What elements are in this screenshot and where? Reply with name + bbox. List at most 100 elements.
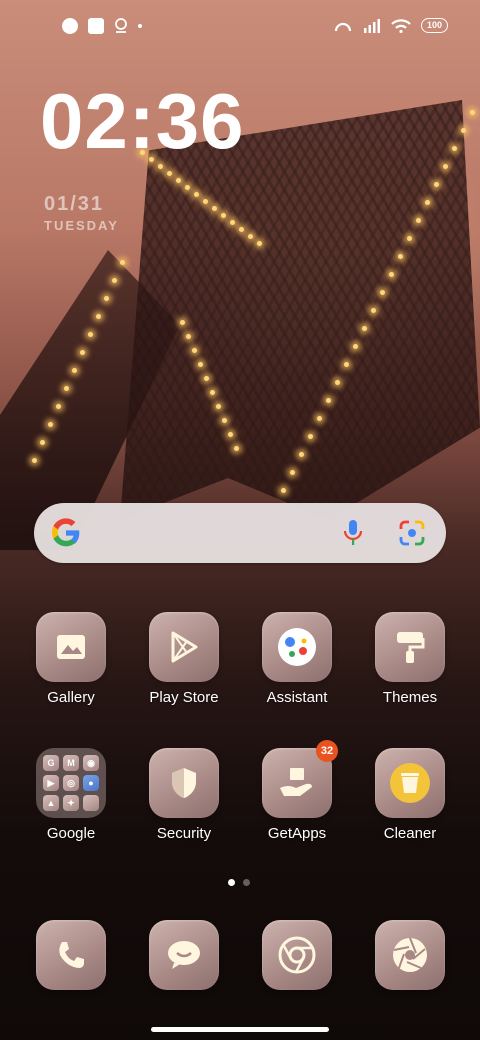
wallpaper-light (353, 344, 358, 349)
wallpaper-light (281, 488, 286, 493)
wallpaper-light (32, 458, 37, 463)
app-themes[interactable]: Themes (362, 612, 458, 706)
microphone-icon[interactable] (342, 519, 364, 547)
app-label: GetApps (267, 825, 327, 842)
app-label: Cleaner (383, 825, 437, 842)
wallpaper-light (407, 236, 412, 241)
clock-time[interactable]: 02:36 (40, 82, 245, 160)
wallpaper-light (186, 334, 191, 339)
wallpaper-light (362, 326, 367, 331)
status-bar: 100 (0, 0, 480, 56)
notification-badge: 32 (316, 740, 338, 762)
wallpaper-light (344, 362, 349, 367)
wallpaper-light (452, 146, 457, 151)
dock-phone[interactable] (23, 920, 119, 990)
wallpaper-light (192, 348, 197, 353)
wallpaper-light (88, 332, 93, 337)
wallpaper-light (204, 376, 209, 381)
wallpaper-light (120, 260, 125, 265)
wallpaper-light (72, 368, 77, 373)
paint-roller-icon (375, 612, 445, 682)
camera-aperture-icon (375, 920, 445, 990)
wallpaper-light (64, 386, 69, 391)
hotspot-icon (334, 22, 352, 31)
square-notification-icon (88, 18, 104, 34)
wallpaper-light (198, 362, 203, 367)
chrome-icon (262, 920, 332, 990)
wallpaper-light (212, 206, 217, 211)
wallpaper-light (96, 314, 101, 319)
app-play-store[interactable]: Play Store (136, 612, 232, 706)
app-gallery[interactable]: Gallery (23, 612, 119, 706)
wallpaper-light (425, 200, 430, 205)
wallpaper-light (112, 278, 117, 283)
app-notification-icon (62, 18, 78, 34)
google-search-bar[interactable] (34, 503, 446, 563)
getapps-icon: 32 (262, 740, 338, 818)
wallpaper-light (257, 241, 262, 246)
wifi-icon (391, 18, 411, 33)
wallpaper-light (228, 432, 233, 437)
wallpaper-light (416, 218, 421, 223)
wallpaper-light (299, 452, 304, 457)
wallpaper-light (380, 290, 385, 295)
app-label: Google (46, 825, 96, 842)
app-security[interactable]: Security (136, 748, 232, 842)
google-lens-icon[interactable] (398, 519, 426, 547)
wallpaper-light (203, 199, 208, 204)
wallpaper-light (443, 164, 448, 169)
wallpaper-light (461, 128, 466, 133)
wallpaper-light (48, 422, 53, 427)
app-label: Assistant (266, 689, 328, 706)
shield-icon (149, 748, 219, 818)
page-dot-2[interactable] (243, 879, 250, 886)
location-icon (115, 18, 127, 33)
app-cleaner[interactable]: Cleaner (362, 748, 458, 842)
signal-icon (363, 18, 380, 33)
folder-app-youtube-icon: ▶ (43, 775, 59, 791)
battery-indicator: 100 (420, 18, 448, 33)
folder-icon: G M ◉ ▶ ◎ ● ▲ ✦ (36, 748, 106, 818)
dock-messages[interactable] (136, 920, 232, 990)
wallpaper-light (248, 234, 253, 239)
assistant-icon (262, 612, 332, 682)
dock-chrome[interactable] (249, 920, 345, 990)
wallpaper-light (167, 171, 172, 176)
folder-app-photos-icon: ✦ (63, 795, 79, 811)
folder-app-maps-icon: ◉ (83, 755, 99, 771)
wallpaper-light (234, 446, 239, 451)
wallpaper-light (230, 220, 235, 225)
wallpaper-light (180, 320, 185, 325)
google-g-icon (52, 518, 80, 547)
wallpaper-light (290, 470, 295, 475)
app-label: Themes (382, 689, 438, 706)
dock-camera[interactable] (362, 920, 458, 990)
app-label: Play Store (149, 689, 219, 706)
folder-app-chrome-icon: ◎ (63, 775, 79, 791)
page-dot-1[interactable] (228, 879, 235, 886)
wallpaper-light (326, 398, 331, 403)
wallpaper-light (317, 416, 322, 421)
wallpaper-light (216, 404, 221, 409)
app-assistant[interactable]: Assistant (249, 612, 345, 706)
wallpaper-light (222, 418, 227, 423)
wallpaper-light (210, 390, 215, 395)
wallpaper-light (185, 185, 190, 190)
folder-app-gmail-icon: M (63, 755, 79, 771)
wallpaper-light (56, 404, 61, 409)
wallpaper-light (221, 213, 226, 218)
wallpaper-light (335, 380, 340, 385)
app-label: Gallery (47, 689, 95, 706)
folder-app-drive-icon: ▲ (43, 795, 59, 811)
folder-app-files-icon (83, 795, 99, 811)
home-gesture-bar[interactable] (151, 1027, 329, 1032)
app-getapps[interactable]: 32 GetApps (249, 740, 345, 842)
play-store-icon (149, 612, 219, 682)
wallpaper-light (371, 308, 376, 313)
app-folder-google[interactable]: G M ◉ ▶ ◎ ● ▲ ✦ Google (23, 748, 119, 842)
page-indicator[interactable] (228, 879, 250, 886)
wallpaper-light (194, 192, 199, 197)
clock-weekday: TUESDAY (44, 218, 119, 233)
phone-icon (36, 920, 106, 990)
wallpaper-light (176, 178, 181, 183)
